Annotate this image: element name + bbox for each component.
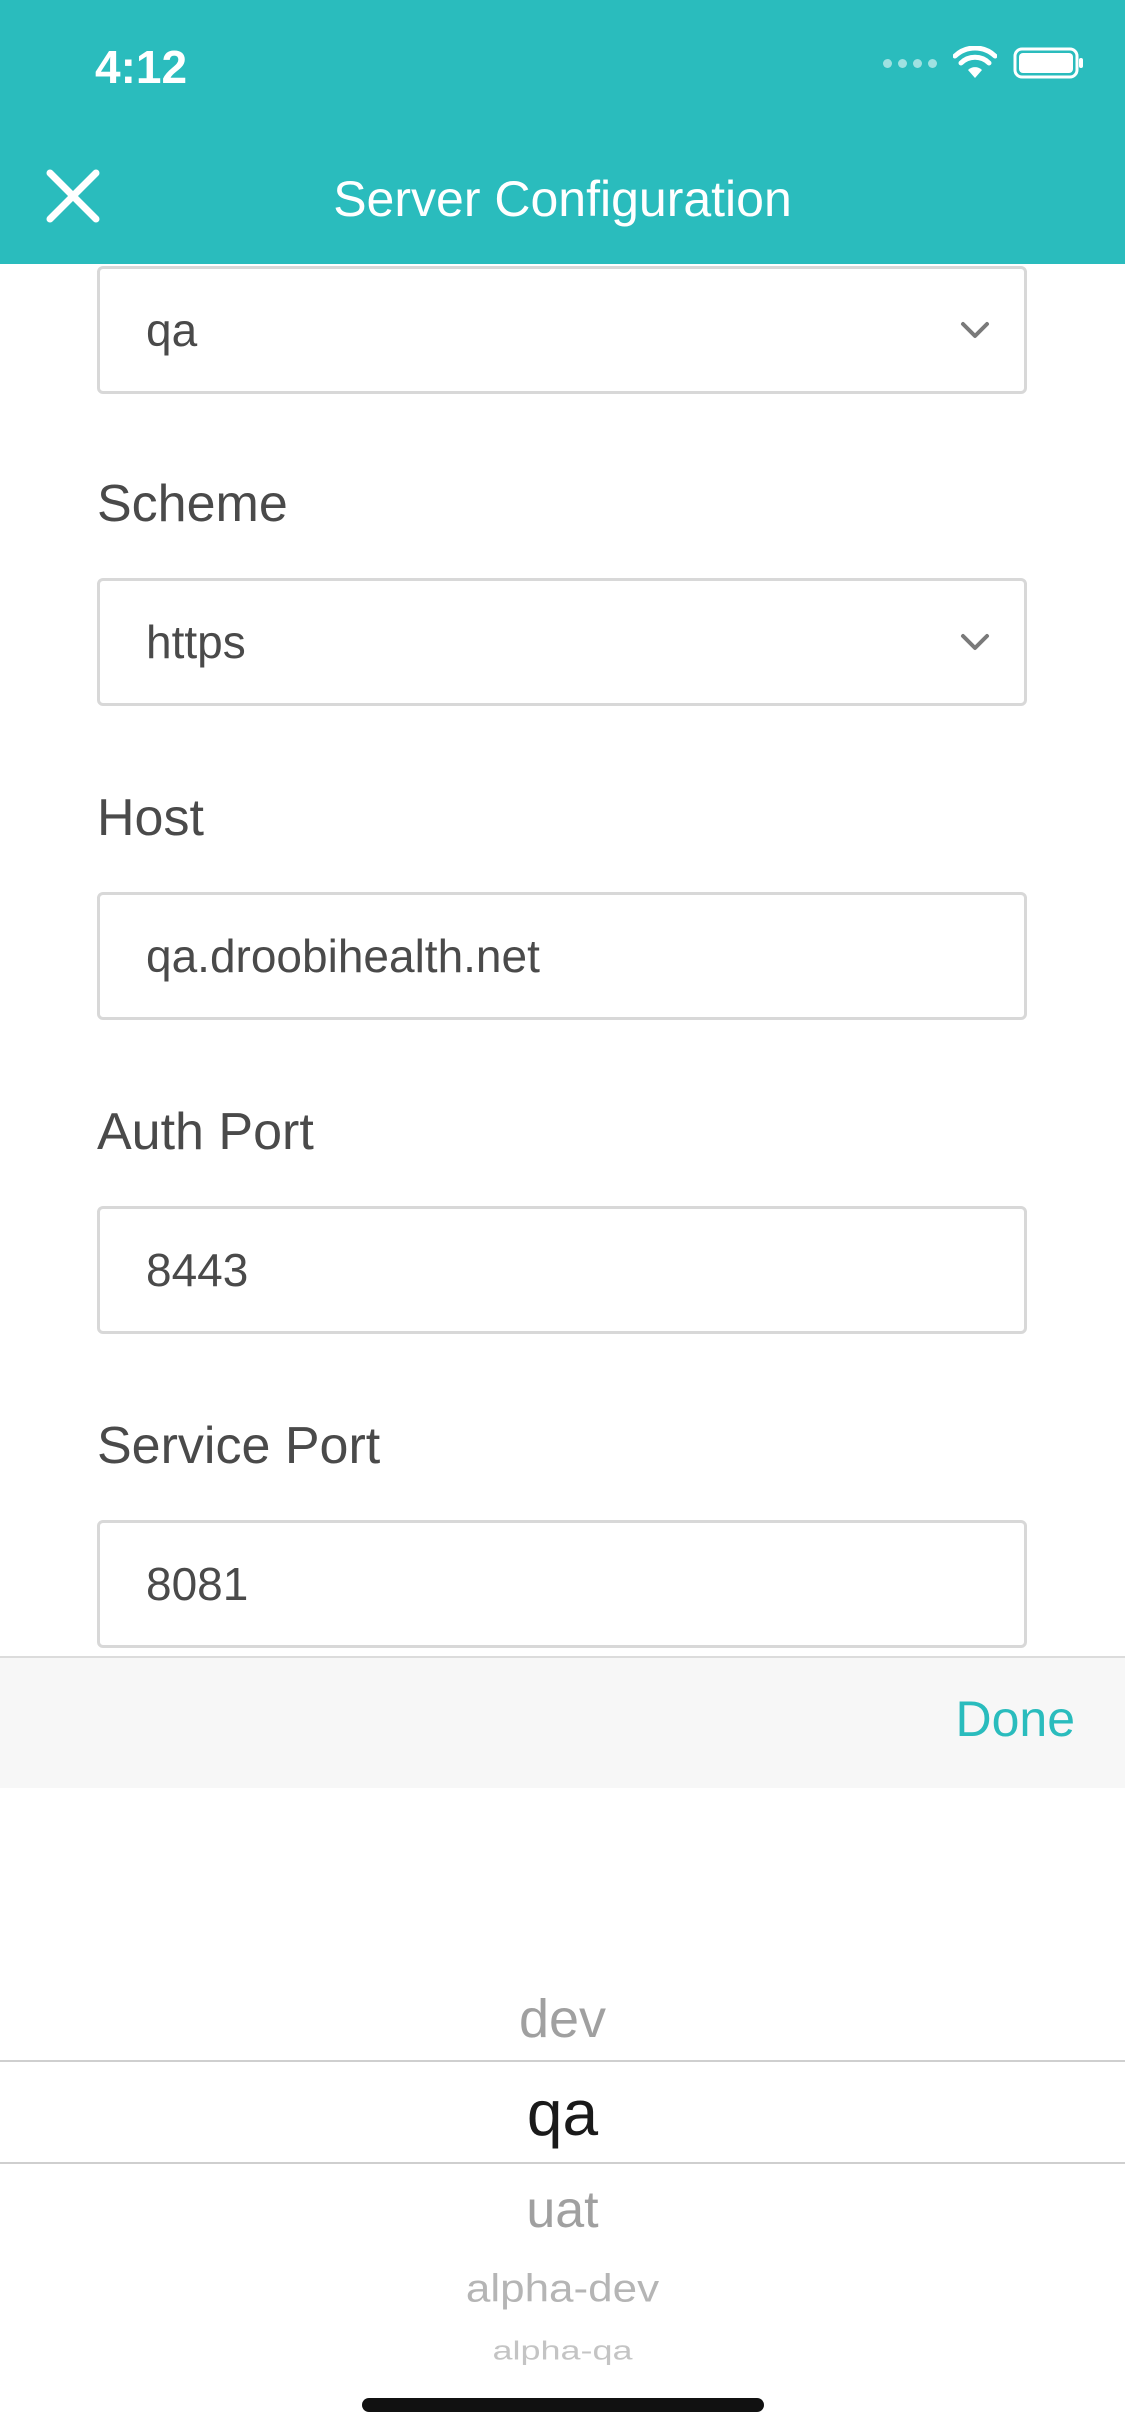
service-port-label: Service Port — [97, 1417, 381, 1475]
picker-option-qa-selected[interactable]: qa — [0, 2076, 1125, 2150]
status-indicators — [883, 46, 1085, 80]
auth-port-input[interactable]: 8443 — [97, 1206, 1027, 1334]
service-port-input[interactable]: 8081 — [97, 1520, 1027, 1648]
chevron-down-icon — [961, 634, 989, 650]
status-time: 4:12 — [95, 41, 188, 93]
home-indicator[interactable] — [362, 2398, 764, 2412]
page-title: Server Configuration — [333, 171, 792, 227]
environment-picker[interactable]: dev qa uat alpha-dev alpha-qa — [0, 1788, 1125, 2436]
picker-selection-top-line — [0, 2060, 1125, 2062]
picker-toolbar: Done — [0, 1656, 1125, 1788]
picker-option-dev[interactable]: dev — [0, 1988, 1125, 2050]
host-value: qa.droobihealth.net — [146, 930, 540, 982]
auth-port-value: 8443 — [146, 1244, 249, 1296]
picker-option-alpha-dev[interactable]: alpha-dev — [0, 2267, 1125, 2311]
host-label: Host — [97, 789, 204, 847]
picker-option-alpha-qa[interactable]: alpha-qa — [0, 2336, 1125, 2366]
picker-option-uat[interactable]: uat — [0, 2180, 1125, 2240]
chevron-down-icon — [961, 322, 989, 338]
scheme-select[interactable]: https — [97, 578, 1027, 706]
scheme-value: https — [146, 616, 246, 668]
picker-selection-bottom-line — [0, 2162, 1125, 2164]
environment-value: qa — [146, 304, 198, 356]
battery-icon — [1013, 47, 1083, 79]
done-button[interactable]: Done — [955, 1690, 1075, 1748]
server-config-form: qa Scheme https Host qa.droobihealth.net… — [0, 264, 1125, 1656]
service-port-value: 8081 — [146, 1558, 249, 1610]
scheme-label: Scheme — [97, 475, 288, 533]
navigation-header: 4:12 Server Configuration — [0, 0, 1125, 264]
host-input[interactable]: qa.droobihealth.net — [97, 892, 1027, 1020]
cellular-signal-icon — [883, 58, 937, 68]
auth-port-label: Auth Port — [97, 1103, 314, 1161]
wifi-icon — [953, 46, 997, 78]
environment-select[interactable]: qa — [97, 266, 1027, 394]
